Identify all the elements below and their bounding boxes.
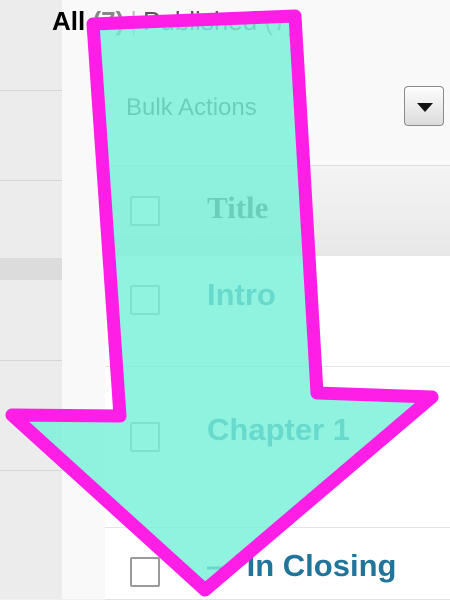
select-all-checkbox[interactable] <box>130 196 160 226</box>
row-title-link[interactable]: Chapter 1 <box>207 412 350 448</box>
filter-all[interactable]: All (7) <box>52 6 124 36</box>
sidebar-divider <box>0 470 62 471</box>
chevron-down-icon <box>417 103 433 112</box>
sidebar-divider <box>0 90 62 91</box>
bulk-actions-dropdown-button[interactable] <box>404 86 444 126</box>
row-checkbox[interactable] <box>130 422 160 452</box>
sidebar-divider <box>0 360 62 361</box>
filter-published[interactable]: Published (7) <box>143 6 296 36</box>
sidebar-section-band <box>0 258 62 280</box>
sidebar-divider <box>0 180 62 181</box>
status-filters: All (7) | Published (7) <box>52 6 296 37</box>
bulk-actions-select[interactable]: Bulk Actions <box>62 80 450 136</box>
row-title-link[interactable]: Intro <box>207 277 276 313</box>
bulk-actions-label: Bulk Actions <box>126 94 257 121</box>
row-checkbox[interactable] <box>130 557 160 587</box>
column-header-title[interactable]: Title <box>207 190 268 226</box>
row-title-link[interactable]: — In Closing <box>207 548 396 584</box>
filter-separator: | <box>130 6 138 36</box>
row-checkbox[interactable] <box>130 285 160 315</box>
admin-sidebar <box>0 0 63 599</box>
